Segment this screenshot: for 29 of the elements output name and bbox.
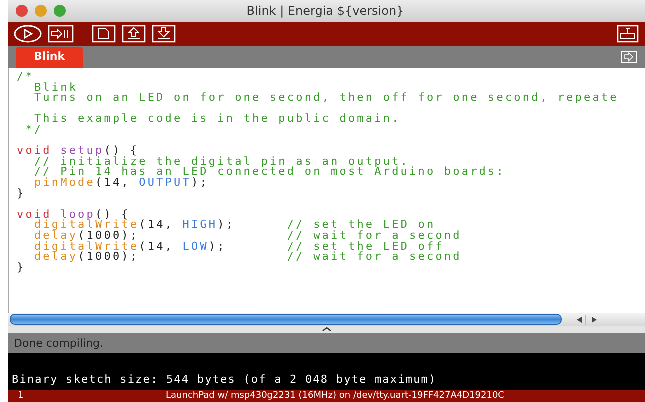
code-line: void loop() { bbox=[17, 208, 130, 221]
verify-button[interactable] bbox=[14, 25, 42, 43]
code-line: digitalWrite(14, HIGH); // set the LED on bbox=[34, 218, 436, 232]
code-line: } bbox=[17, 260, 26, 274]
open-button[interactable] bbox=[122, 25, 146, 43]
code-line: This example code is in the public domain. bbox=[34, 112, 401, 126]
save-button[interactable] bbox=[152, 25, 176, 43]
code-line: // initialize the digital pin as an output. bbox=[33, 154, 410, 168]
scrollbar-thumb[interactable] bbox=[10, 314, 562, 325]
upload-button[interactable] bbox=[48, 25, 74, 43]
code-line: Turns on an LED on for one second, then off for one second, repeate bbox=[33, 91, 619, 104]
new-button[interactable] bbox=[92, 25, 116, 43]
line-number: 1 bbox=[17, 390, 25, 402]
close-button[interactable] bbox=[16, 5, 28, 17]
serial-monitor-button[interactable] bbox=[617, 25, 639, 43]
code-line: /* bbox=[17, 70, 34, 83]
status-message: Done compiling. bbox=[14, 336, 104, 350]
board-port-label: LaunchPad w/ msp430g2231 (16MHz) on /dev/tty.uart-19FF427A4D19210C bbox=[166, 390, 504, 402]
splitter-handle-icon[interactable] bbox=[322, 327, 332, 332]
code-line: Blink bbox=[33, 80, 78, 94]
code-line: } bbox=[17, 186, 26, 200]
code-line: pinMode(14, OUTPUT); bbox=[33, 176, 209, 189]
code-line: delay(1000); // wait for a second bbox=[33, 250, 462, 264]
file-tab[interactable]: Blink bbox=[16, 47, 84, 68]
tab-menu-button[interactable] bbox=[621, 51, 637, 63]
console-output: Binary sketch size: 544 bytes (of a 2 048 byte maximum) bbox=[12, 373, 438, 386]
window-title: Blink | Energia ${version} bbox=[246, 4, 406, 18]
code-line: void setup() { bbox=[17, 144, 140, 158]
code-line: */ bbox=[24, 122, 44, 136]
